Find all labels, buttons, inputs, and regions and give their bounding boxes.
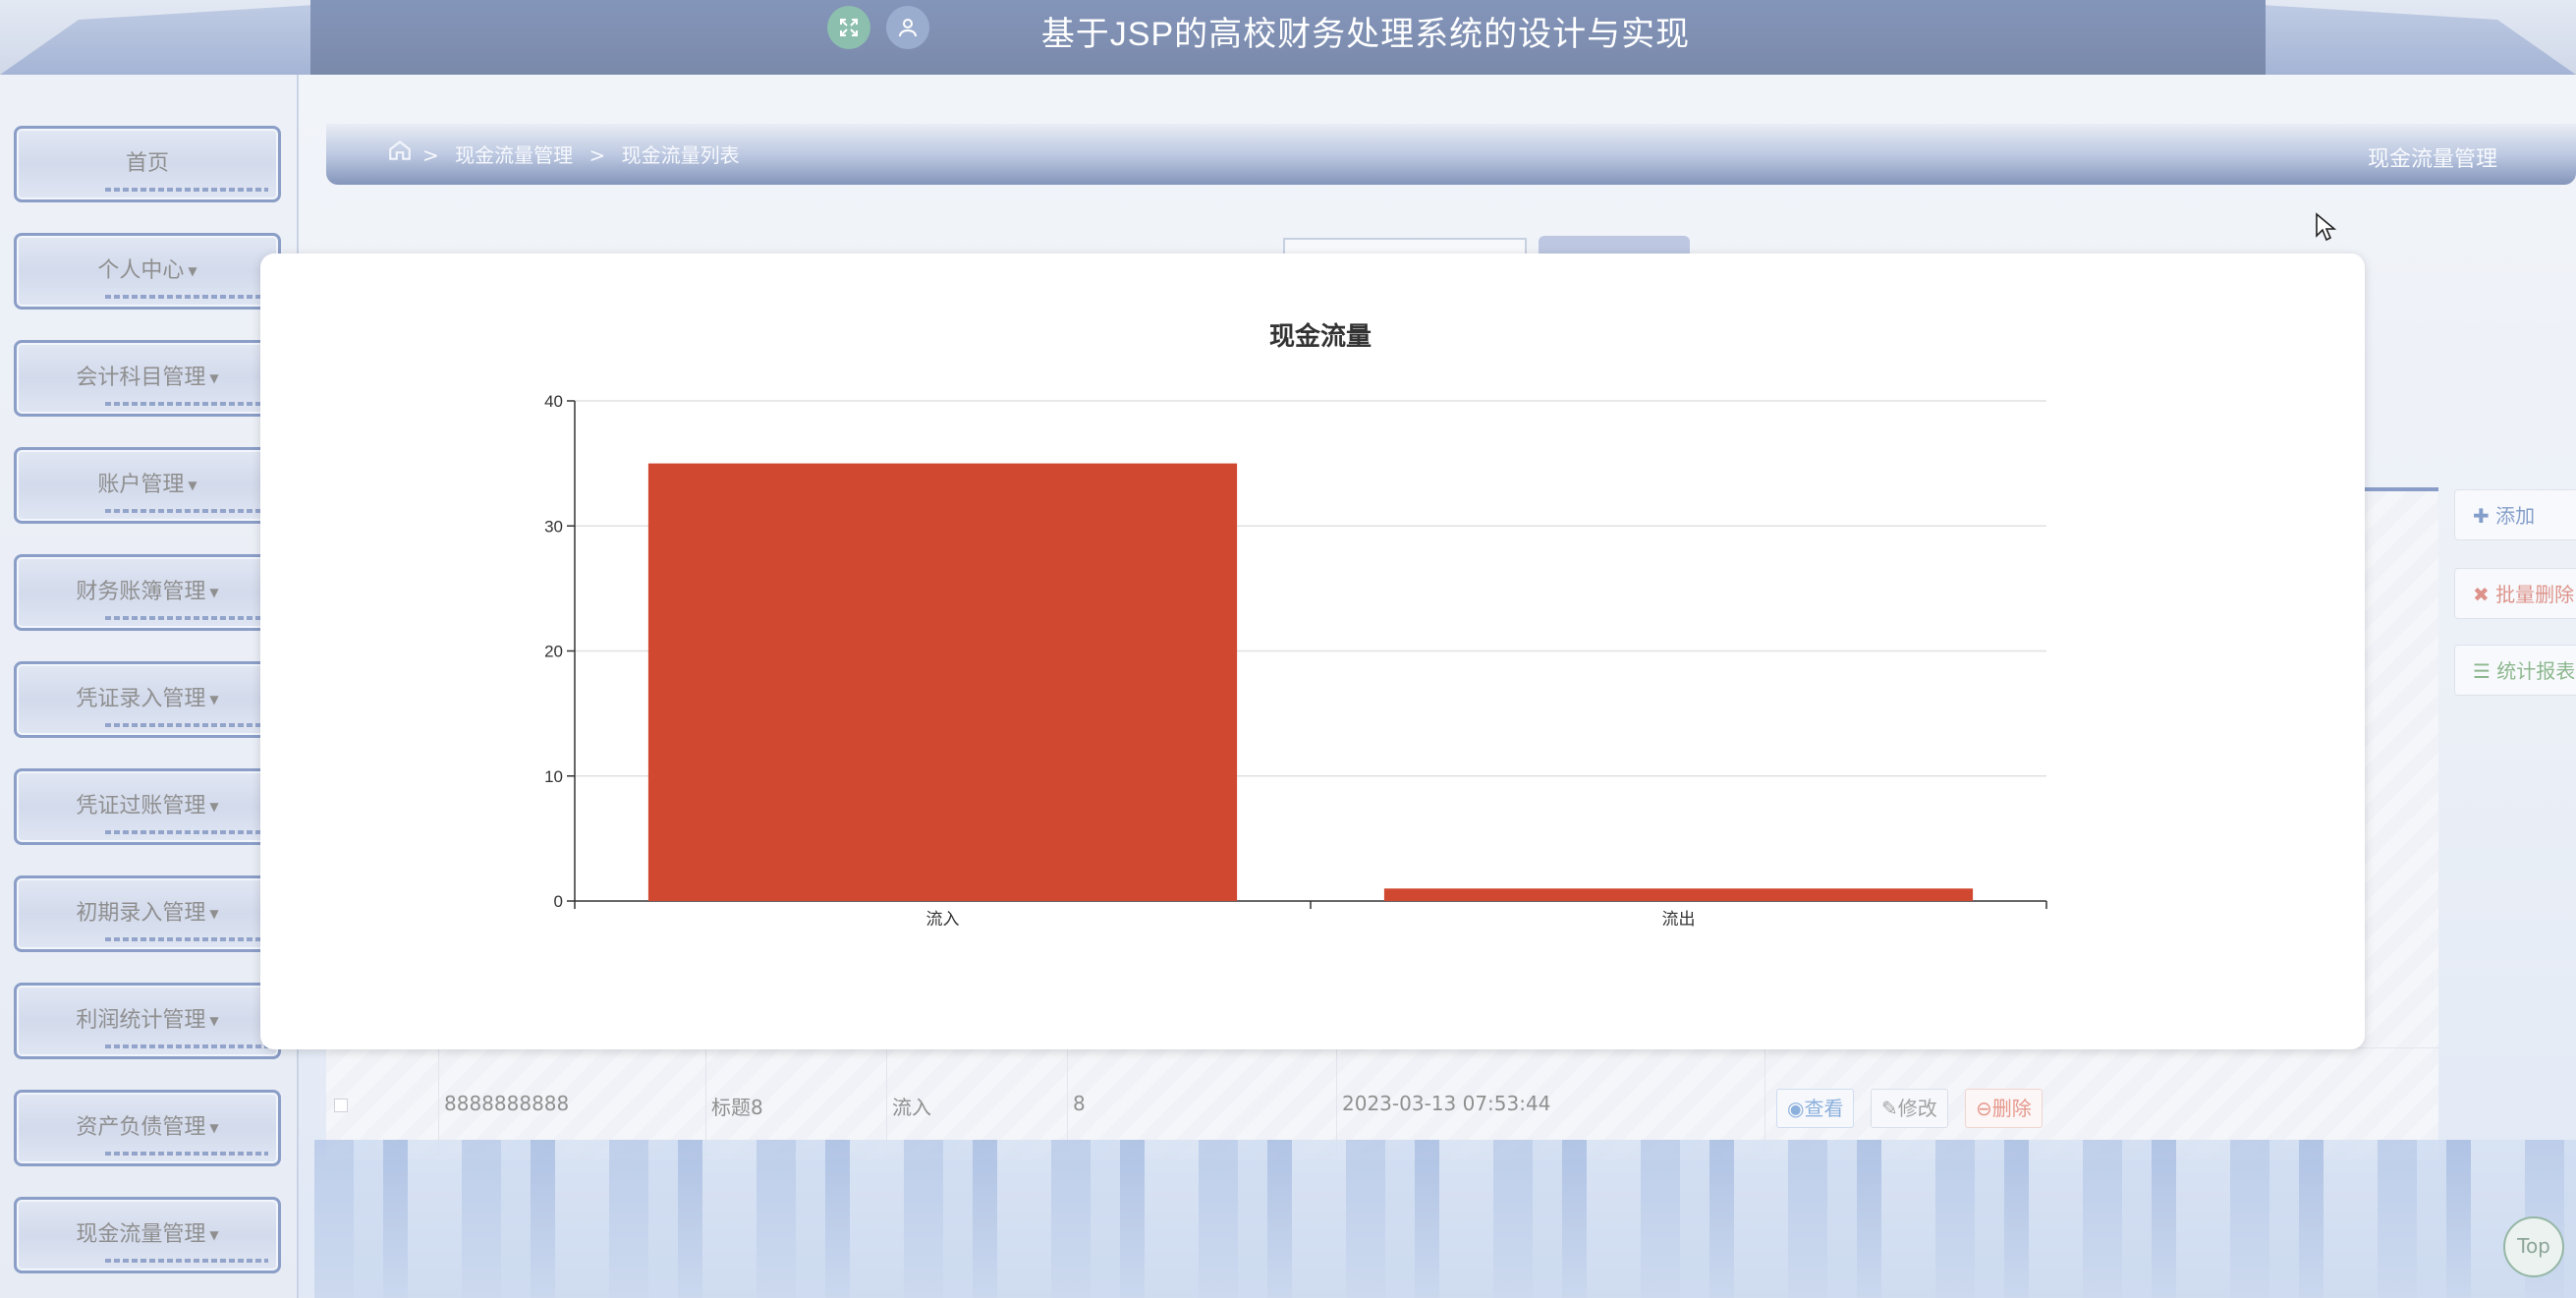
chart-title: 现金流量	[1269, 321, 1372, 351]
chart-modal: 现金流量 0 10 20 30 40 流入 流出	[260, 254, 2365, 1049]
bar-inflow	[647, 463, 1238, 901]
y-tick-label: 0	[554, 892, 563, 911]
y-tick-label: 40	[544, 392, 563, 411]
y-tick-label: 20	[544, 643, 563, 661]
x-tick-label: 流出	[1662, 910, 1696, 929]
bar-chart: 现金流量 0 10 20 30 40 流入 流出	[544, 321, 2047, 929]
y-tick-label: 10	[544, 767, 563, 786]
x-tick-label: 流入	[926, 910, 960, 929]
bar-outflow	[1383, 888, 1974, 901]
mouse-cursor-icon	[2315, 212, 2337, 246]
y-tick-label: 30	[544, 517, 563, 536]
